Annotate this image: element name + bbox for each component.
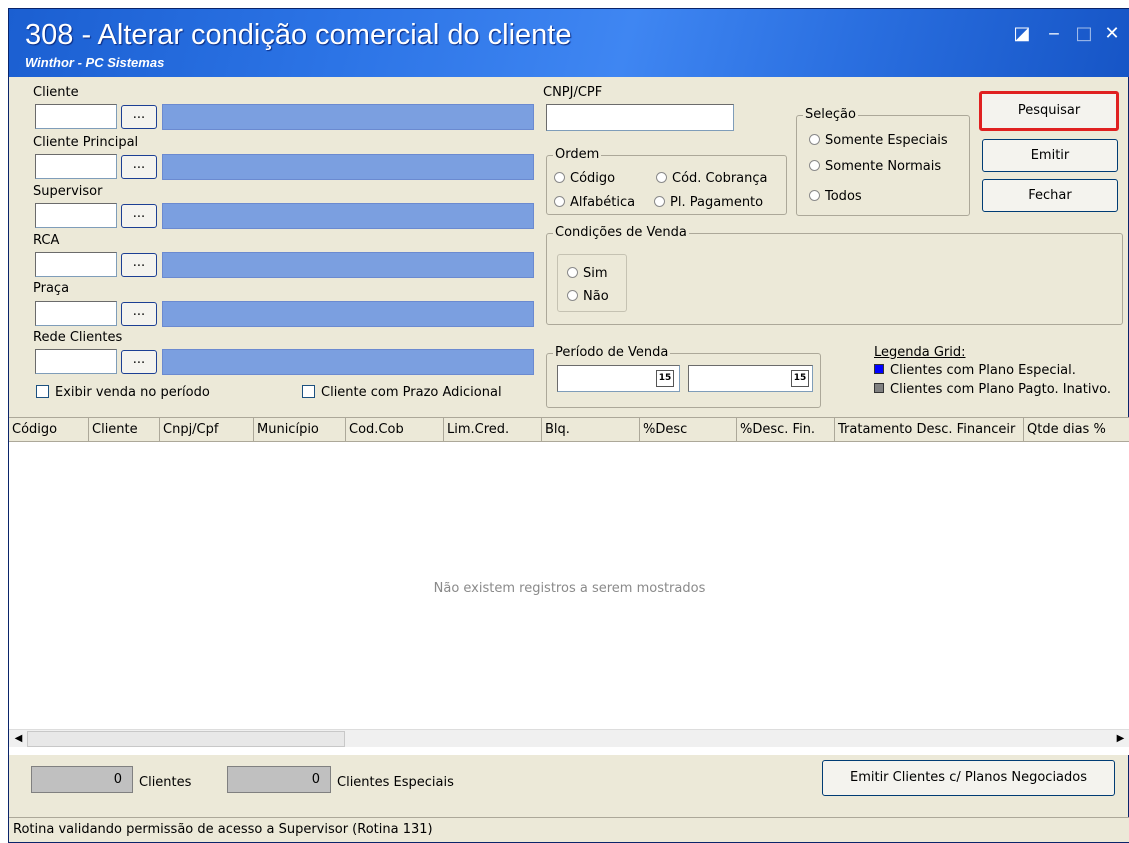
- supervisor-lookup-button[interactable]: ...: [121, 204, 157, 228]
- fechar-button[interactable]: Fechar: [982, 179, 1118, 212]
- column-header[interactable]: Cliente: [89, 418, 160, 442]
- cliente-name-field: [162, 104, 534, 130]
- column-header[interactable]: Blq.: [542, 418, 640, 442]
- blue-square-icon: [874, 364, 884, 374]
- column-header[interactable]: Tratamento Desc. Financeir: [835, 418, 1024, 442]
- cliente-principal-lookup-button[interactable]: ...: [121, 155, 157, 179]
- results-grid[interactable]: Código Cliente Cnpj/Cpf Município Cod.Co…: [9, 417, 1129, 755]
- condicoes-venda-group: Condições de Venda: [546, 225, 1123, 325]
- supervisor-input[interactable]: [35, 203, 117, 228]
- rede-clientes-label: Rede Clientes: [33, 330, 123, 345]
- column-header[interactable]: Lim.Cred.: [444, 418, 542, 442]
- legenda-inativo: Clientes com Plano Pagto. Inativo.: [874, 382, 1111, 397]
- praca-name-field: [162, 301, 534, 327]
- grid-header: Código Cliente Cnpj/Cpf Município Cod.Co…: [9, 418, 1129, 442]
- title-bar: 308 - Alterar condição comercial do clie…: [9, 9, 1129, 77]
- column-header[interactable]: Município: [254, 418, 346, 442]
- cnpj-input[interactable]: [546, 104, 734, 131]
- minimize-icon[interactable]: ‒: [1043, 23, 1065, 45]
- checkbox-box[interactable]: [36, 385, 49, 398]
- close-icon[interactable]: ✕: [1101, 23, 1123, 45]
- rca-label: RCA: [33, 233, 60, 248]
- cliente-principal-label: Cliente Principal: [33, 135, 139, 150]
- window-subtitle: Winthor - PC Sistemas: [25, 55, 165, 70]
- cnpj-label: CNPJ/CPF: [543, 85, 603, 100]
- column-header[interactable]: %Desc. Fin.: [737, 418, 835, 442]
- cliente-label: Cliente: [33, 85, 79, 100]
- emitir-planos-negociados-button[interactable]: Emitir Clientes c/ Planos Negociados: [822, 760, 1115, 796]
- rca-name-field: [162, 252, 534, 278]
- restore-icon[interactable]: ◪: [1011, 23, 1033, 45]
- supervisor-name-field: [162, 203, 534, 229]
- main-window: 308 - Alterar condição comercial do clie…: [8, 8, 1129, 843]
- praca-lookup-button[interactable]: ...: [121, 302, 157, 326]
- clientes-count: 0: [31, 766, 133, 793]
- legenda-title: Legenda Grid:: [874, 345, 966, 360]
- cliente-principal-input[interactable]: [35, 154, 117, 179]
- supervisor-label: Supervisor: [33, 184, 103, 199]
- ordem-cod-cobranca-radio[interactable]: Cód. Cobrança: [656, 171, 768, 186]
- maximize-icon[interactable]: □: [1073, 23, 1095, 45]
- condicao-nao-radio[interactable]: Não: [567, 289, 609, 304]
- horizontal-scrollbar[interactable]: ◀ ▶: [9, 729, 1129, 747]
- rede-clientes-name-field: [162, 349, 534, 375]
- prazo-adicional-label: Cliente com Prazo Adicional: [321, 385, 502, 400]
- condicoes-venda-title: Condições de Venda: [553, 225, 689, 240]
- checkbox-box[interactable]: [302, 385, 315, 398]
- exibir-venda-label: Exibir venda no período: [55, 385, 210, 400]
- praca-input[interactable]: [35, 301, 117, 326]
- condicao-sim-radio[interactable]: Sim: [567, 266, 608, 281]
- legenda-especial: Clientes com Plano Especial.: [874, 363, 1076, 378]
- ordem-codigo-radio[interactable]: Código: [554, 171, 615, 186]
- selecao-title: Seleção: [803, 107, 858, 122]
- scrollbar-thumb[interactable]: [27, 731, 345, 747]
- scroll-left-icon[interactable]: ◀: [10, 731, 27, 747]
- emitir-button[interactable]: Emitir: [982, 139, 1118, 172]
- rede-clientes-lookup-button[interactable]: ...: [121, 350, 157, 374]
- column-header[interactable]: %Desc: [640, 418, 737, 442]
- column-header[interactable]: Cod.Cob: [346, 418, 444, 442]
- gray-square-icon: [874, 383, 884, 393]
- window-title: 308 - Alterar condição comercial do clie…: [25, 19, 572, 51]
- especiais-count-label: Clientes Especiais: [337, 775, 454, 790]
- especiais-count: 0: [227, 766, 331, 793]
- somente-normais-radio[interactable]: Somente Normais: [809, 159, 941, 174]
- empty-grid-message: Não existem registros a serem mostrados: [433, 581, 706, 596]
- rca-input[interactable]: [35, 252, 117, 277]
- ordem-pl-pagamento-radio[interactable]: Pl. Pagamento: [654, 195, 763, 210]
- periodo-venda-title: Período de Venda: [553, 345, 671, 360]
- praca-label: Praça: [33, 281, 70, 296]
- cliente-code-input[interactable]: [35, 104, 117, 129]
- somente-especiais-radio[interactable]: Somente Especiais: [809, 133, 948, 148]
- ordem-title: Ordem: [553, 147, 602, 162]
- rede-clientes-input[interactable]: [35, 349, 117, 374]
- status-bar: Rotina validando permissão de acesso a S…: [9, 817, 1129, 842]
- clientes-count-label: Clientes: [139, 775, 192, 790]
- rca-lookup-button[interactable]: ...: [121, 253, 157, 277]
- calendar-icon[interactable]: 15: [656, 370, 674, 387]
- column-header[interactable]: Qtde dias %: [1024, 418, 1129, 442]
- cliente-principal-name-field: [162, 154, 534, 180]
- prazo-adicional-checkbox[interactable]: Cliente com Prazo Adicional: [302, 385, 502, 400]
- todos-radio[interactable]: Todos: [809, 189, 862, 204]
- ordem-alfabetica-radio[interactable]: Alfabética: [554, 195, 635, 210]
- scroll-right-icon[interactable]: ▶: [1112, 731, 1129, 747]
- pesquisar-button[interactable]: Pesquisar: [979, 91, 1119, 131]
- column-header[interactable]: Código: [9, 418, 89, 442]
- column-header[interactable]: Cnpj/Cpf: [160, 418, 254, 442]
- exibir-venda-checkbox[interactable]: Exibir venda no período: [36, 385, 210, 400]
- cliente-lookup-button[interactable]: ...: [121, 105, 157, 129]
- calendar-icon[interactable]: 15: [791, 370, 809, 387]
